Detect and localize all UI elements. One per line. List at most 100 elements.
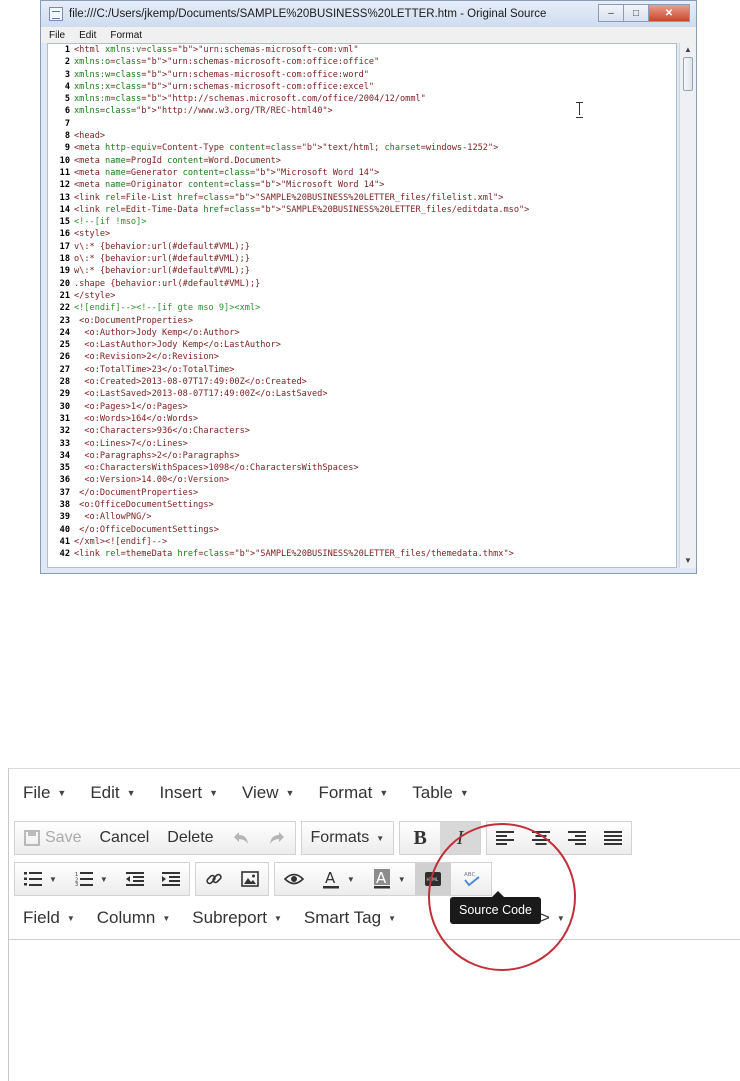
code-line: 9 <meta http-equiv=Content-Type content=c…	[48, 142, 676, 154]
code-line: 19 w\:* {behavior:url(#default#VML);}	[48, 265, 676, 277]
numbered-list-icon: 123	[75, 872, 93, 886]
code-text: <o:Paragraphs>2</o:Paragraphs>	[74, 450, 240, 461]
outdent-button[interactable]	[117, 863, 153, 895]
code-text: xmlns:o=class="b">"urn:schemas-microsoft…	[74, 57, 380, 68]
line-number: 20	[59, 278, 70, 289]
code-text: <o:Author>Jody Kemp</o:Author>	[74, 327, 240, 338]
bold-button[interactable]: B	[400, 822, 440, 854]
menu-table[interactable]: Table ▼	[412, 783, 469, 803]
text-color-button[interactable]: A ▼	[313, 863, 364, 895]
chevron-down-icon: ▼	[397, 874, 406, 884]
redo-icon	[269, 832, 284, 844]
link-icon	[206, 873, 222, 885]
close-button[interactable]: ✕	[648, 4, 690, 22]
delete-button[interactable]: Delete	[158, 822, 222, 854]
smart-tag-dropdown[interactable]: Smart Tag ▼	[290, 902, 404, 934]
code-line: 37 </o:DocumentProperties>	[48, 487, 676, 499]
code-text: <o:LastSaved>2013-08-07T17:49:00Z</o:Las…	[74, 389, 328, 400]
line-number: 25	[59, 340, 70, 351]
code-text: <link rel=File-List href=class="b">"SAMP…	[74, 192, 504, 203]
subreport-dropdown[interactable]: Subreport ▼	[178, 902, 290, 934]
menu-format[interactable]: Format	[102, 30, 148, 41]
code-line: 21 </style>	[48, 290, 676, 302]
line-number: 40	[59, 524, 70, 535]
code-text: <o:Lines>7</o:Lines>	[74, 438, 188, 449]
code-text: w\:* {behavior:url(#default#VML);}	[74, 266, 250, 277]
code-text: <html xmlns:v=class="b">"urn:schemas-mic…	[74, 45, 359, 55]
code-line: 41 </xml><![endif]-->	[48, 536, 676, 548]
scrollbar-thumb[interactable]	[683, 57, 693, 91]
line-number: 29	[59, 389, 70, 400]
indent-button[interactable]	[153, 863, 189, 895]
code-line: 34 <o:Paragraphs>2</o:Paragraphs>	[48, 450, 676, 462]
code-line: 33 <o:Lines>7</o:Lines>	[48, 438, 676, 450]
line-number: 15	[59, 217, 70, 228]
code-text: xmlns:m=class="b">"http://schemas.micros…	[74, 94, 426, 105]
insert-link-button[interactable]	[196, 863, 232, 895]
code-text: <o:LastAuthor>Jody Kemp</o:LastAuthor>	[74, 340, 281, 351]
code-line: 10 <meta name=ProgId content=Word.Documen…	[48, 155, 676, 167]
code-line: 3 xmlns:w=class="b">"urn:schemas-microsof…	[48, 69, 676, 81]
menu-file[interactable]: File	[41, 30, 71, 41]
code-text: </style>	[74, 290, 116, 301]
menu-label: File	[23, 782, 51, 802]
align-right-button[interactable]	[559, 822, 595, 854]
code-text: <!--[if !mso]>	[74, 217, 147, 228]
bullet-list-button[interactable]: ▼	[15, 863, 66, 895]
menu-view[interactable]: View ▼	[242, 783, 294, 803]
save-button[interactable]: Save	[15, 822, 90, 854]
minimize-button[interactable]: –	[598, 4, 624, 22]
window-titlebar: file:///C:/Users/jkemp/Documents/SAMPLE%…	[41, 1, 696, 27]
column-dropdown[interactable]: Column ▼	[83, 902, 179, 934]
field-dropdown[interactable]: Field ▼	[9, 902, 83, 934]
line-number: 24	[59, 327, 70, 338]
formats-dropdown[interactable]: Formats ▼	[302, 822, 394, 854]
menu-format[interactable]: Format ▼	[318, 783, 388, 803]
menu-edit[interactable]: Edit ▼	[90, 783, 135, 803]
insert-group	[194, 862, 269, 896]
line-number: 17	[59, 241, 70, 252]
menu-label: Table	[412, 782, 453, 802]
cancel-button[interactable]: Cancel	[90, 822, 158, 854]
code-line: 29 <o:LastSaved>2013-08-07T17:49:00Z</o:…	[48, 388, 676, 400]
line-number: 32	[59, 426, 70, 437]
save-label: Save	[45, 829, 82, 846]
code-text: xmlns=class="b">"http://www.w3.org/TR/RE…	[74, 106, 333, 117]
line-number: 23	[59, 315, 70, 326]
menu-edit[interactable]: Edit	[71, 30, 102, 41]
code-text: xmlns:x=class="b">"urn:schemas-microsoft…	[74, 81, 375, 92]
menu-file[interactable]: File ▼	[23, 783, 66, 803]
toolbar-row-2: ▼ 123 ▼ A ▼ A ▼ HTML ABC	[9, 858, 740, 900]
toolbar-row-3: Field▼ Column▼ Subreport▼ Smart Tag▼ <>▼	[9, 899, 740, 937]
code-text: <o:AllowPNG/>	[74, 512, 152, 523]
menu-insert[interactable]: Insert ▼	[160, 783, 218, 803]
preview-button[interactable]	[275, 863, 313, 895]
outdent-icon	[125, 872, 144, 886]
line-number: 8	[64, 131, 70, 142]
svg-text:A: A	[376, 869, 387, 887]
align-justify-button[interactable]	[595, 822, 631, 854]
code-text: </xml><![endif]-->	[74, 536, 168, 547]
list-group: ▼ 123 ▼	[14, 862, 190, 896]
editor-content-area[interactable]	[9, 939, 740, 1081]
scroll-up-icon[interactable]: ▲	[680, 43, 696, 57]
line-number: 38	[59, 499, 70, 510]
document-actions-group: Save Cancel Delete	[14, 821, 296, 855]
line-number: 31	[59, 413, 70, 424]
numbered-list-button[interactable]: 123 ▼	[66, 863, 117, 895]
redo-button[interactable]	[259, 822, 295, 854]
source-code-view[interactable]: 1 <html xmlns:v=class="b">"urn:schemas-mi…	[47, 43, 677, 568]
line-number: 13	[59, 192, 70, 203]
insert-image-button[interactable]	[232, 863, 268, 895]
line-number: 33	[59, 438, 70, 449]
code-line: 26 <o:Revision>2</o:Revision>	[48, 351, 676, 363]
code-line: 7	[48, 118, 676, 130]
code-line: 14 <link rel=Edit-Time-Data href=class="b…	[48, 204, 676, 216]
maximize-button[interactable]: □	[623, 4, 649, 22]
scroll-down-icon[interactable]: ▼	[680, 554, 696, 568]
undo-button[interactable]	[223, 822, 259, 854]
vertical-scrollbar[interactable]: ▲ ▼	[679, 43, 696, 568]
toolbar-row-1: Save Cancel Delete Formats ▼ B I	[9, 818, 740, 858]
background-color-button[interactable]: A ▼	[364, 863, 415, 895]
chevron-down-icon: ▼	[379, 787, 389, 798]
